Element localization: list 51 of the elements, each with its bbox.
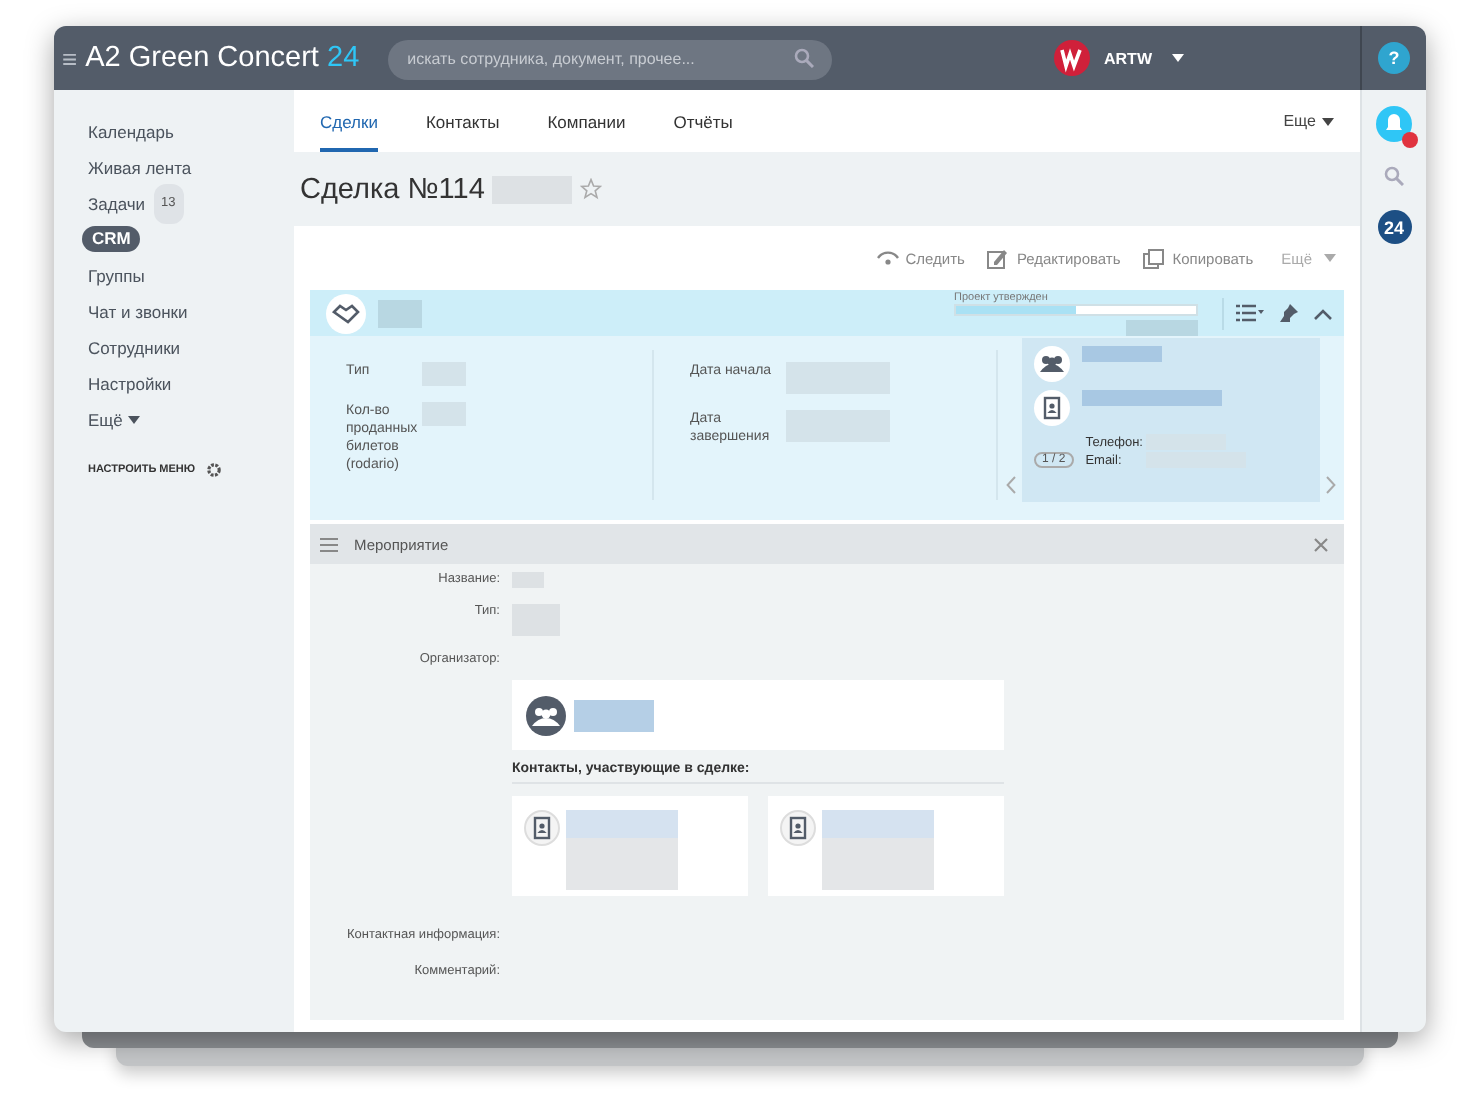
caret-icon [128, 416, 141, 424]
sidebar-item[interactable]: Календарь [88, 114, 174, 150]
caret-icon [1324, 254, 1336, 262]
app-logo[interactable]: 24 [1377, 210, 1411, 244]
redacted-text [1126, 319, 1198, 335]
tab[interactable]: Компании [547, 90, 626, 152]
tab[interactable]: Отчёты [673, 90, 733, 152]
notification-badge-icon [1402, 132, 1418, 148]
sidebar-item[interactable]: Настройки [88, 366, 172, 402]
menu-icon[interactable]: ≡ [62, 43, 78, 73]
redacted-text [1082, 346, 1162, 362]
more-menu[interactable]: Ещё [88, 402, 141, 438]
collapse-icon [1314, 307, 1332, 319]
sidebar-item[interactable]: Задачи [88, 186, 146, 222]
people-icon [1034, 346, 1070, 382]
page-title: Сделка №114 [300, 173, 485, 205]
copy-icon [1142, 247, 1167, 269]
redacted-text [1082, 390, 1222, 406]
contact-book-icon [1034, 390, 1070, 426]
close-icon [1314, 537, 1328, 551]
sidebar-item[interactable]: CRM [82, 226, 141, 252]
redacted-text [574, 699, 654, 731]
gear-icon [205, 462, 222, 478]
sidebar-item[interactable]: Живая лента [88, 150, 192, 186]
tab[interactable]: Контакты [425, 90, 500, 152]
tab[interactable]: Сделки [320, 90, 378, 152]
people-icon [526, 695, 566, 735]
user-menu[interactable]: ARTW [1054, 40, 1184, 76]
search-field[interactable]: искать сотрудника, документ, прочее... [387, 39, 832, 79]
redacted-text [822, 810, 934, 890]
sidebar-item[interactable]: Группы [88, 258, 145, 294]
app-title[interactable]: A2 Green Concert 24 [85, 42, 360, 74]
contact-book-icon [780, 810, 816, 846]
caret-icon [1322, 117, 1334, 125]
list-icon [1236, 304, 1264, 322]
caret-icon [1172, 54, 1184, 62]
sidebar-item[interactable]: Сотрудники [88, 330, 181, 366]
search-icon [1384, 166, 1404, 186]
signal-icon [875, 247, 900, 269]
contact-book-icon [524, 810, 560, 846]
redacted-text [566, 810, 678, 890]
search-icon [793, 48, 814, 68]
drag-handle-icon [320, 537, 338, 551]
more-menu[interactable]: Еще [1283, 90, 1334, 152]
star-icon [580, 178, 603, 200]
logo-icon [1054, 40, 1090, 76]
sidebar-item[interactable]: Чат и звонки [88, 294, 188, 330]
bell-icon [1376, 106, 1412, 142]
pencil-icon [986, 247, 1011, 269]
chevron-left-icon [1006, 476, 1016, 494]
chevron-right-icon [1326, 476, 1336, 494]
